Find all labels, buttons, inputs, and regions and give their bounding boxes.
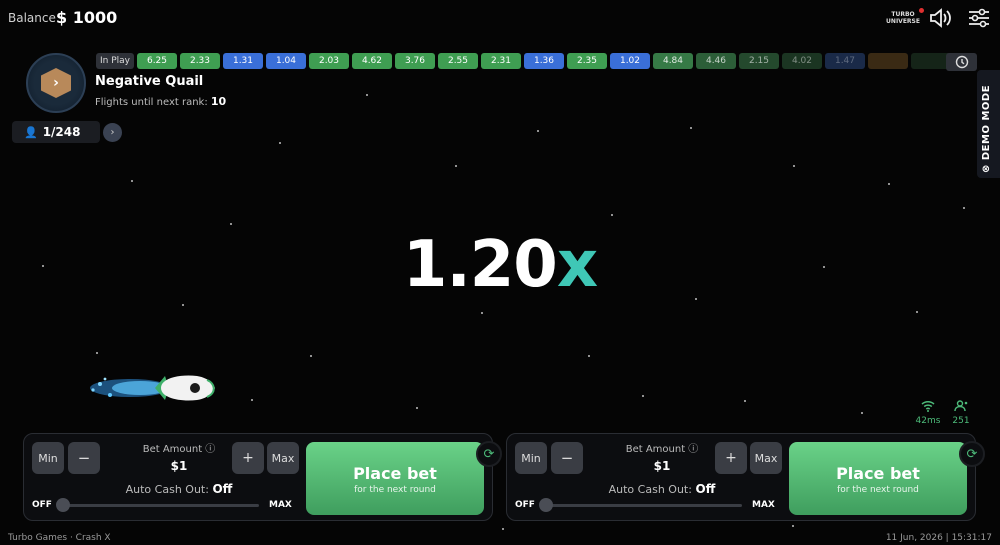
wifi-icon	[911, 400, 945, 416]
ping-value: 42ms	[915, 416, 941, 426]
rocket-icon	[90, 375, 215, 401]
bet-amount-label: Bet Amount ⓘ	[625, 444, 699, 455]
flights-until-rank: Flights until next rank: 10	[95, 95, 226, 108]
turbo-universe-icon[interactable]: TURBO UNIVERSE	[886, 6, 924, 30]
slider-handle[interactable]	[539, 498, 553, 512]
place-bet-sublabel: for the next round	[837, 485, 919, 495]
history-multiplier: 4.46	[696, 53, 736, 69]
auto-cashout: Auto Cash Out: Off	[84, 482, 274, 496]
settings-icon[interactable]	[966, 6, 992, 30]
flights-label: Flights until next rank:	[95, 97, 208, 108]
auto-cashout-label: Auto Cash Out:	[125, 483, 209, 496]
history-multiplier: 4.02	[782, 53, 822, 69]
footer-datetime: 11 Jun, 2026 | 15:31:17	[885, 533, 992, 543]
minus-button[interactable]: −	[68, 442, 100, 474]
slider-handle[interactable]	[56, 498, 70, 512]
history-multiplier: 2.55	[438, 53, 478, 69]
history-multiplier: 4.62	[352, 53, 392, 69]
current-multiplier: 1.20x	[0, 228, 1000, 302]
history-multiplier	[911, 53, 951, 69]
history-clock-icon[interactable]	[946, 53, 977, 71]
auto-cashout: Auto Cash Out: Off	[567, 482, 757, 496]
bet-amount-value[interactable]: $1	[119, 459, 239, 473]
online-users-icon	[944, 400, 978, 416]
online-indicator: 251	[944, 400, 978, 426]
max-button[interactable]: Max	[750, 442, 782, 474]
players-count: 1/248	[42, 125, 81, 139]
history-multiplier: 4.84	[653, 53, 693, 69]
min-button[interactable]: Min	[515, 442, 547, 474]
history-multiplier: 1.36	[524, 53, 564, 69]
auto-bet-refresh-icon[interactable]: ⟳	[476, 441, 502, 467]
place-bet-button[interactable]: Place bet for the next round	[789, 442, 967, 515]
player-name: Negative Quail	[95, 74, 204, 89]
chevron-right-icon[interactable]: ›	[103, 123, 122, 142]
plus-button[interactable]: +	[232, 442, 264, 474]
history-multiplier: 1.04	[266, 53, 306, 69]
person-icon: 👤	[24, 125, 38, 139]
auto-cashout-value: Off	[212, 482, 233, 496]
bet-panel-2: Min − Bet Amount ⓘ $1 + Max Auto Cash Ou…	[506, 433, 985, 521]
history-multiplier: 2.33	[180, 53, 220, 69]
auto-cashout-label: Auto Cash Out:	[608, 483, 692, 496]
slider-max-label: MAX	[752, 500, 775, 510]
online-value: 251	[952, 416, 970, 426]
history-multiplier: 3.76	[395, 53, 435, 69]
history-multiplier: 6.25	[137, 53, 177, 69]
multiplier-suffix: x	[556, 228, 598, 302]
demo-mode-icon: ⊗	[981, 160, 992, 173]
min-button[interactable]: Min	[32, 442, 64, 474]
bet-panel-1: Min − Bet Amount ⓘ $1 + Max Auto Cash Ou…	[23, 433, 502, 521]
auto-cashout-slider[interactable]	[542, 504, 742, 507]
top-icons: TURBO UNIVERSE	[886, 6, 992, 30]
ping-indicator: 42ms	[911, 400, 945, 426]
history-multiplier: 2.31	[481, 53, 521, 69]
max-button[interactable]: Max	[267, 442, 299, 474]
top-bar: Balance: $ 1000 TURBO UNIVERSE	[0, 0, 1000, 36]
slider-off-label: OFF	[515, 500, 535, 510]
minus-button[interactable]: −	[551, 442, 583, 474]
balance-label: Balance:	[8, 11, 60, 25]
auto-cashout-value: Off	[695, 482, 716, 496]
place-bet-label: Place bet	[836, 464, 920, 483]
players-count-pill[interactable]: 👤 1/248	[12, 121, 100, 143]
bet-amount-label: Bet Amount ⓘ	[142, 444, 216, 455]
history-multiplier: 1.31	[223, 53, 263, 69]
auto-bet-refresh-icon[interactable]: ⟳	[959, 441, 985, 467]
history-multiplier: 1.47	[825, 53, 865, 69]
bet-amount-value[interactable]: $1	[602, 459, 722, 473]
slider-off-label: OFF	[32, 500, 52, 510]
place-bet-sublabel: for the next round	[354, 485, 436, 495]
place-bet-button[interactable]: Place bet for the next round	[306, 442, 484, 515]
demo-mode-label: ⊗ DEMO MODE	[981, 84, 992, 173]
multiplier-number: 1.20	[402, 228, 558, 302]
multiplier-history: In Play 6.25 2.33 1.31 1.04 2.03 4.62 3.76 2.55…	[96, 53, 951, 69]
auto-cashout-slider[interactable]	[59, 504, 259, 507]
place-bet-label: Place bet	[353, 464, 437, 483]
flights-value: 10	[210, 95, 227, 108]
rank-chevron-icon: ›	[41, 68, 71, 98]
rank-badge: ›	[26, 53, 86, 113]
slider-max-label: MAX	[269, 500, 292, 510]
history-multiplier: 2.35	[567, 53, 607, 69]
plus-button[interactable]: +	[715, 442, 747, 474]
history-multiplier: 2.15	[739, 53, 779, 69]
sound-icon[interactable]	[928, 6, 954, 30]
history-multiplier	[868, 53, 908, 69]
in-play-label: In Play	[96, 53, 134, 69]
footer-game-name: Turbo Games · Crash X	[8, 533, 111, 543]
balance-value: $ 1000	[56, 8, 118, 27]
history-multiplier: 1.02	[610, 53, 650, 69]
history-multiplier: 2.03	[309, 53, 349, 69]
